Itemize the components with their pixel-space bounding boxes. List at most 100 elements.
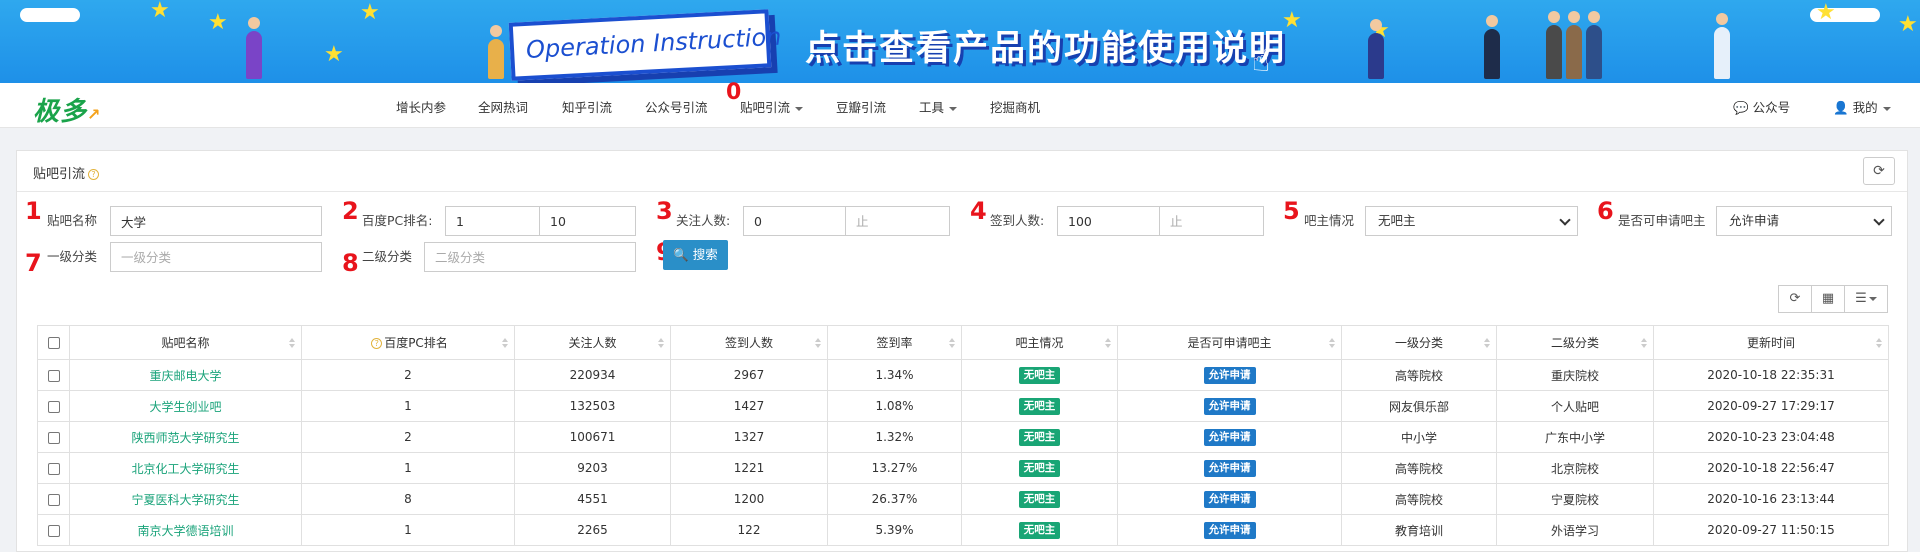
promo-banner[interactable]: ★ ★ ★ ★ ★ ★ ★ ★ Operation Instruction 点击… [0,0,1920,83]
help-icon[interactable]: ? [371,338,383,349]
row-checkbox[interactable] [47,431,60,444]
header-select-all[interactable] [37,325,70,360]
annotation-marker: 0 [726,80,742,105]
header-tieba-name[interactable]: 贴吧名称 [69,325,302,360]
nav-item-wechat-traffic[interactable]: 公众号引流 [645,97,708,116]
can-apply-cell: 允许申请 [1117,483,1342,515]
star-icon: ★ [1898,12,1918,37]
level2-input[interactable] [424,242,636,272]
cloud-decoration [20,8,80,22]
status-badge: 允许申请 [1203,366,1256,384]
updated-at-cell: 2020-09-27 11:50:15 [1653,514,1889,546]
owner-status-cell: 无吧主 [961,514,1118,546]
row-select-cell [37,390,70,422]
updated-at-cell: 2020-10-23 23:04:48 [1653,421,1889,453]
annotation-marker: 6 [1597,197,1614,225]
toggle-view-button[interactable]: ▦ [1811,285,1845,313]
tieba-name-cell: 重庆邮电大学 [69,359,302,391]
header-label: 吧主情况 [1015,336,1064,350]
logo[interactable]: 极多↗ [33,91,101,128]
table-row: 陕西师范大学研究生 2 100671 1327 1.32% 无吧主 允许申请 中… [37,421,1889,453]
search-button[interactable]: 🔍 搜索 [663,240,728,270]
tieba-name-input[interactable] [110,206,322,236]
status-badge: 无吧主 [1018,490,1061,508]
tieba-name-link[interactable]: 重庆邮电大学 [149,369,221,383]
owner-status-cell: 无吧主 [961,452,1118,484]
signins-to-input[interactable] [1159,206,1264,236]
header-can-apply[interactable]: 是否可申请吧主 [1117,325,1342,360]
baidu-rank-to-input[interactable] [539,206,636,236]
annotation-marker: 5 [1283,197,1300,225]
nav-item-douban[interactable]: 豆瓣引流 [836,97,886,116]
tieba-table: 贴吧名称 ? 百度PC排名 关注人数 签到人数 签到率 吧主情况 是否可申请吧主 … [37,325,1889,546]
person-illustration [1566,11,1582,79]
tieba-name-link[interactable]: 宁夏医科大学研究生 [131,493,239,507]
followers-from-input[interactable] [743,206,846,236]
row-checkbox[interactable] [47,493,60,506]
operation-instruction-text: Operation Instruction [525,22,783,64]
followers-label: 关注人数: [676,213,731,228]
header-updated-at[interactable]: 更新时间 [1653,325,1889,360]
owner-status-label: 吧主情况 [1304,213,1355,228]
chevron-down-icon [1873,214,1885,226]
header-followers[interactable]: 关注人数 [514,325,671,360]
nav-item-zhihu[interactable]: 知乎引流 [562,97,612,116]
owner-status-select[interactable]: 无吧主 [1365,206,1578,236]
sort-icon [658,338,664,348]
status-badge: 允许申请 [1203,459,1256,477]
level1-cell: 中小学 [1341,421,1497,453]
level1-label: 一级分类 [47,249,98,264]
nav-item-opportunity[interactable]: 挖掘商机 [990,97,1040,116]
sort-icon [1876,338,1882,348]
tieba-name-link[interactable]: 陕西师范大学研究生 [131,431,239,445]
wechat-account-link[interactable]: 💬 公众号 [1733,97,1790,116]
wechat-icon: 💬 [1733,100,1749,115]
followers-cell: 100671 [514,421,671,453]
baidu-rank-from-input[interactable] [445,206,540,236]
can-apply-select[interactable]: 允许申请 [1716,206,1892,236]
help-icon[interactable]: ? [88,169,100,180]
nav-item-tools[interactable]: 工具 [919,97,958,116]
logo-arrow-icon: ↗ [87,105,102,124]
header-signins[interactable]: 签到人数 [670,325,828,360]
baidu-rank-cell: 1 [301,390,515,422]
tieba-name-link[interactable]: 大学生创业吧 [149,400,221,414]
header-level1[interactable]: 一级分类 [1341,325,1497,360]
row-checkbox[interactable] [47,462,60,475]
chevron-down-icon [1868,296,1877,301]
select-all-checkbox[interactable] [47,337,60,349]
level2-cell: 宁夏院校 [1496,483,1654,515]
row-select-cell [37,483,70,515]
followers-to-input[interactable] [845,206,950,236]
nav-item-hotwords[interactable]: 全网热词 [478,97,528,116]
row-checkbox[interactable] [47,400,60,413]
table-refresh-button[interactable]: ⟳ [1778,285,1812,313]
signin-rate-cell: 13.27% [827,452,962,484]
row-checkbox[interactable] [47,369,60,382]
header-signin-rate[interactable]: 签到率 [827,325,962,360]
owner-status-cell: 无吧主 [961,483,1118,515]
header-level2[interactable]: 二级分类 [1496,325,1654,360]
person-illustration [1368,19,1384,79]
sort-icon [815,338,821,348]
header-owner-status[interactable]: 吧主情况 [961,325,1118,360]
person-illustration [1714,13,1730,79]
row-select-cell [37,359,70,391]
level1-input[interactable] [110,242,322,272]
refresh-button[interactable]: ⟳ [1863,157,1895,185]
person-illustration [246,17,262,79]
user-menu[interactable]: 👤 我的 [1833,97,1891,116]
header-baidu-rank[interactable]: ? 百度PC排名 [301,325,515,360]
nav-item-growth[interactable]: 增长内参 [396,97,446,116]
owner-status-cell: 无吧主 [961,390,1118,422]
annotation-marker: 4 [970,197,987,225]
status-badge: 无吧主 [1018,521,1061,539]
can-apply-cell: 允许申请 [1117,359,1342,391]
tieba-name-link[interactable]: 南京大学德语培训 [137,524,233,538]
nav-item-tieba[interactable]: 贴吧引流 [740,97,804,116]
signins-from-input[interactable] [1057,206,1160,236]
tieba-name-link[interactable]: 北京化工大学研究生 [131,462,239,476]
annotation-marker: 2 [342,197,359,225]
columns-button[interactable]: ☰ [1844,285,1888,313]
row-checkbox[interactable] [47,524,60,537]
